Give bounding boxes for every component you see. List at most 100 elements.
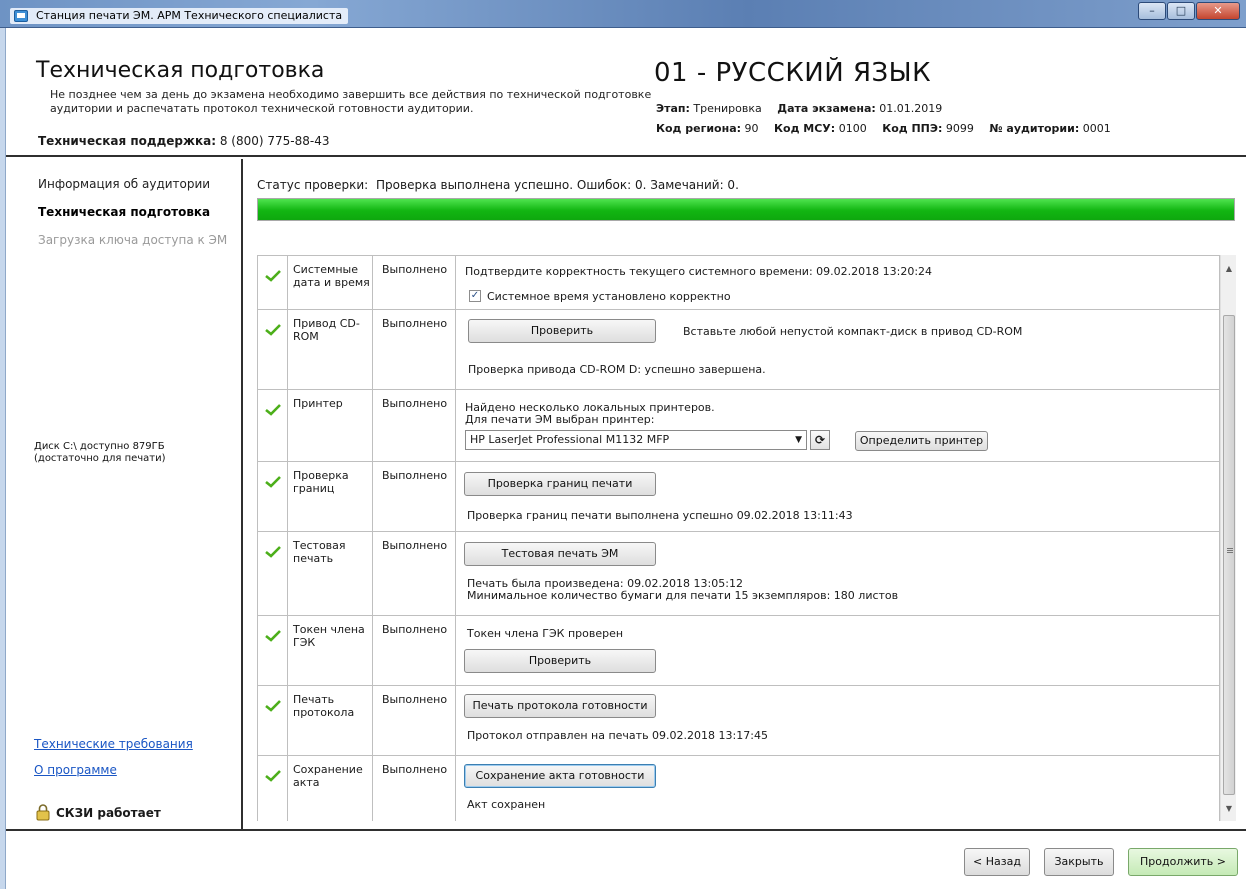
check-name: Привод CD-ROM xyxy=(288,310,373,389)
region-label: Код региона: xyxy=(656,122,742,135)
token-check-button[interactable]: Проверить xyxy=(464,649,656,673)
window-controls: – □ ✕ xyxy=(1137,2,1240,20)
check-status-value: Выполнено xyxy=(373,256,456,309)
check-status-value: Выполнено xyxy=(373,616,456,685)
minimize-button[interactable]: – xyxy=(1138,2,1166,20)
check-icon xyxy=(265,700,281,712)
window-title-text: Станция печати ЭМ. АРМ Технического спец… xyxy=(36,9,343,22)
check-icon xyxy=(265,324,281,336)
exam-stage-date: Этап: Тренировка Дата экзамена: 01.01.20… xyxy=(656,102,942,115)
status-label: Статус проверки: xyxy=(257,178,369,192)
support-phone: 8 (800) 775-88-43 xyxy=(219,134,330,148)
sidebar-item-key-load: Загрузка ключа доступа к ЭМ xyxy=(38,233,228,247)
check-name: Сохранение акта xyxy=(288,756,373,821)
support-line: Техническая поддержка: 8 (800) 775-88-43 xyxy=(38,134,329,148)
progress-fill xyxy=(258,199,1234,220)
margins-check-button[interactable]: Проверка границ печати xyxy=(464,472,656,496)
check-row-save-act: Сохранение акта Выполнено Сохранение акт… xyxy=(258,756,1219,821)
save-act-button[interactable]: Сохранение акта готовности xyxy=(464,764,656,788)
progress-bar xyxy=(257,198,1235,221)
check-row-protocol: Печать протокола Выполнено Печать проток… xyxy=(258,686,1219,756)
window-title-bar[interactable]: Станция печати ЭМ. АРМ Технического спец… xyxy=(0,0,1246,28)
cdrom-hint: Вставьте любой непустой компакт-диск в п… xyxy=(683,325,1023,338)
header-note: Не позднее чем за день до экзамена необх… xyxy=(50,88,652,115)
date-value: 01.01.2019 xyxy=(879,102,943,115)
protocol-result: Протокол отправлен на печать 09.02.2018 … xyxy=(467,729,768,742)
chevron-down-icon: ▼ xyxy=(795,435,802,445)
check-row-cdrom: Привод CD-ROM Выполнено Проверить Вставь… xyxy=(258,310,1219,390)
page-title: Техническая подготовка xyxy=(36,58,325,83)
check-name: Печать протокола xyxy=(288,686,373,755)
check-row-margins: Проверка границ Выполнено Проверка грани… xyxy=(258,462,1219,532)
test-print-result-2: Минимальное количество бумаги для печати… xyxy=(467,589,899,602)
check-row-printer: Принтер Выполнено Найдено несколько лока… xyxy=(258,390,1219,462)
status-text: Проверка выполнена успешно. Ошибок: 0. З… xyxy=(376,178,739,192)
scroll-up-icon[interactable]: ▲ xyxy=(1221,261,1237,277)
detect-printer-button[interactable]: Определить принтер xyxy=(855,431,988,451)
check-icon xyxy=(265,630,281,642)
exam-codes: Код региона: 90 Код МСУ: 0100 Код ППЭ: 9… xyxy=(656,122,1111,135)
check-name: Системные дата и время xyxy=(288,256,373,309)
maximize-button[interactable]: □ xyxy=(1167,2,1195,20)
continue-button[interactable]: Продолжить > xyxy=(1128,848,1238,876)
check-status-value: Выполнено xyxy=(373,310,456,389)
subject-title: 01 - РУССКИЙ ЯЗЫК xyxy=(654,58,932,88)
msu-value: 0100 xyxy=(838,122,867,135)
sidebar-item-tech-prep[interactable]: Техническая подготовка xyxy=(38,205,210,219)
disk-status-line1: Диск C:\ доступно 879ГБ xyxy=(34,441,165,452)
check-icon xyxy=(265,270,281,282)
check-icon xyxy=(265,770,281,782)
app-icon xyxy=(14,10,28,22)
tech-requirements-link[interactable]: Технические требования xyxy=(34,737,193,751)
sidebar: Информация об аудитории Техническая подг… xyxy=(6,159,243,829)
close-window-button[interactable]: ✕ xyxy=(1196,2,1240,20)
check-status-value: Выполнено xyxy=(373,532,456,615)
checkbox-label: Системное время установлено корректно xyxy=(487,290,731,303)
about-link[interactable]: О программе xyxy=(34,763,117,777)
checklist-scrollbar[interactable]: ▲ ▼ xyxy=(1220,255,1236,821)
printer-selected-value: HP LaserJet Professional M1132 MFP xyxy=(470,433,670,446)
printer-message-2: Для печати ЭМ выбран принтер: xyxy=(465,413,655,426)
header: Техническая подготовка Не позднее чем за… xyxy=(6,28,1246,157)
ppe-label: Код ППЭ: xyxy=(882,122,943,135)
msu-label: Код МСУ: xyxy=(774,122,836,135)
check-name: Принтер xyxy=(288,390,373,461)
skzi-status: СКЗИ работает xyxy=(56,806,161,820)
date-label: Дата экзамена: xyxy=(777,102,876,115)
support-label: Техническая поддержка: xyxy=(38,134,217,148)
check-status-value: Выполнено xyxy=(373,756,456,821)
window-title: Станция печати ЭМ. АРМ Технического спец… xyxy=(10,8,349,24)
region-value: 90 xyxy=(744,122,759,135)
check-status: Статус проверки: Проверка выполнена успе… xyxy=(257,178,739,192)
test-print-button[interactable]: Тестовая печать ЭМ xyxy=(464,542,656,566)
check-name: Токен члена ГЭК xyxy=(288,616,373,685)
lock-icon xyxy=(36,804,50,821)
check-name: Тестовая печать xyxy=(288,532,373,615)
room-value: 0001 xyxy=(1082,122,1111,135)
printer-select[interactable]: HP LaserJet Professional M1132 MFP ▼ xyxy=(465,430,807,450)
disk-status-line2: (достаточно для печати) xyxy=(34,453,166,464)
print-protocol-button[interactable]: Печать протокола готовности xyxy=(464,694,656,718)
disk-status: Диск C:\ доступно 879ГБ (достаточно для … xyxy=(34,441,166,465)
save-act-result: Акт сохранен xyxy=(467,798,546,811)
sidebar-item-room-info[interactable]: Информация об аудитории xyxy=(38,177,210,191)
refresh-printers-icon[interactable]: ⟳ xyxy=(810,430,830,450)
time-correct-checkbox[interactable]: ✓ xyxy=(469,290,481,302)
check-status-value: Выполнено xyxy=(373,390,456,461)
check-row-test-print: Тестовая печать Выполнено Тестовая печат… xyxy=(258,532,1219,616)
cdrom-check-button[interactable]: Проверить xyxy=(468,319,656,343)
scroll-down-icon[interactable]: ▼ xyxy=(1221,801,1237,817)
check-icon xyxy=(265,404,281,416)
footer: < Назад Закрыть Продолжить > xyxy=(6,829,1246,889)
close-button[interactable]: Закрыть xyxy=(1044,848,1114,876)
check-status-value: Выполнено xyxy=(373,462,456,531)
check-row-datetime: Системные дата и время Выполнено Подтвер… xyxy=(258,256,1219,310)
check-row-token: Токен члена ГЭК Выполнено Токен члена ГЭ… xyxy=(258,616,1219,686)
ppe-value: 9099 xyxy=(945,122,974,135)
check-message: Подтвердите корректность текущего систем… xyxy=(465,265,933,278)
check-icon xyxy=(265,476,281,488)
scroll-thumb[interactable] xyxy=(1223,315,1235,795)
back-button[interactable]: < Назад xyxy=(964,848,1030,876)
cdrom-result: Проверка привода CD-ROM D: успешно завер… xyxy=(468,363,766,376)
check-status-value: Выполнено xyxy=(373,686,456,755)
